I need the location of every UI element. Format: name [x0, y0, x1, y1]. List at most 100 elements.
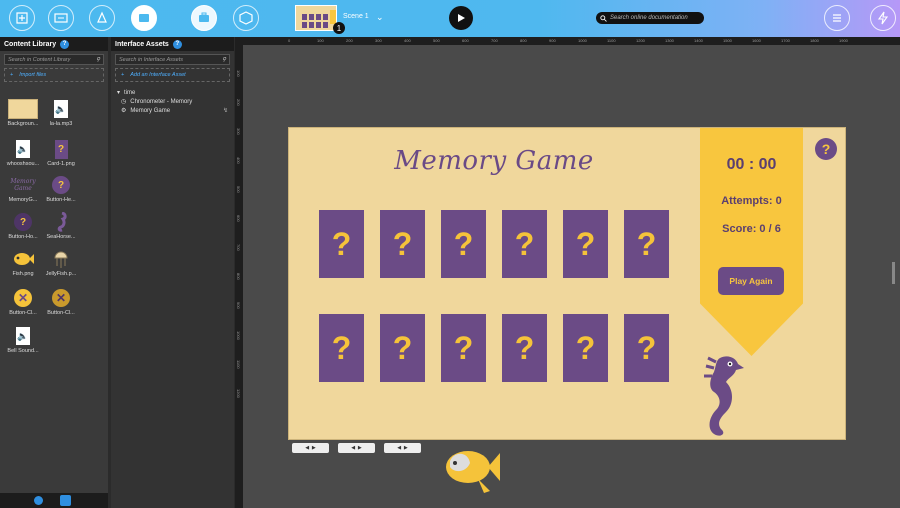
add-interface-asset-button[interactable]: + Add an Interface Asset	[115, 68, 230, 82]
documentation-search-input[interactable]: Search online documentation	[596, 12, 704, 24]
speaker-icon: 🔈	[46, 99, 76, 119]
content-library-header: Content Library ?	[0, 37, 108, 51]
ruler-tick-label: 1700	[781, 38, 790, 43]
clock-icon: ◷	[121, 99, 127, 105]
memory-card[interactable]: ?	[441, 314, 486, 382]
timeline-control[interactable]: ◀ ▶	[338, 443, 375, 453]
help-icon[interactable]: ?	[172, 39, 182, 49]
memory-card[interactable]: ?	[502, 210, 547, 278]
ruler-tick-label: 800	[520, 38, 527, 43]
memory-card[interactable]: ?	[441, 210, 486, 278]
lightning-icon: ↯	[222, 108, 228, 114]
library-item[interactable]: Memory Game MemoryG...	[4, 175, 42, 203]
briefcase-icon[interactable]	[191, 5, 217, 31]
search-placeholder: Search in Interface Assets	[119, 56, 183, 63]
ruler-tick-label: 1400	[694, 38, 703, 43]
ruler-tick-label: 1100	[607, 38, 616, 43]
search-icon: ⚲	[95, 56, 100, 63]
ruler-tick-label: 1100	[236, 360, 241, 369]
library-item[interactable]: SeaHorse...	[42, 212, 80, 240]
scene-icon[interactable]	[131, 5, 157, 31]
content-library-search[interactable]: Search in Content Library ⚲	[4, 54, 104, 65]
ruler-tick-label: 1900	[839, 38, 848, 43]
library-item[interactable]: 🔈 la-la.mp3	[42, 99, 80, 127]
memory-card[interactable]: ?	[624, 210, 669, 278]
top-toolbar: 1 Scene 1 ⌄ Search online documentation	[0, 0, 900, 37]
library-item[interactable]: Fish.png	[4, 249, 42, 277]
import-label: Import files	[19, 72, 47, 78]
memory-card[interactable]: ?	[502, 314, 547, 382]
add-asset-label: Add an Interface Asset	[130, 72, 186, 78]
search-icon	[600, 14, 607, 22]
ruler-tick-label: 800	[236, 273, 241, 280]
play-again-button[interactable]: Play Again	[718, 267, 784, 295]
timeline-control[interactable]: ◀ ▶	[292, 443, 329, 453]
ruler-tick-label: 400	[404, 38, 411, 43]
asset-row-chronometer[interactable]: ◷ Chronometer - Memory	[117, 97, 228, 106]
library-item[interactable]: ? Button-He...	[42, 175, 80, 203]
help-button[interactable]: ?	[815, 138, 837, 160]
attempts-counter: Attempts: 0	[721, 195, 782, 207]
asset-group-time[interactable]: ▾ time	[117, 88, 228, 97]
ruler-tick-label: 500	[236, 186, 241, 193]
ruler-tick-label: 100	[236, 70, 241, 77]
library-item[interactable]: 🔈 Bell Sound...	[4, 326, 42, 354]
interface-asset-icon[interactable]	[48, 5, 74, 31]
add-content-icon[interactable]	[9, 5, 35, 31]
memory-card[interactable]: ?	[319, 210, 364, 278]
cube-icon[interactable]	[233, 5, 259, 31]
memory-card[interactable]: ?	[380, 210, 425, 278]
library-item[interactable]: ✕ Button-Cl...	[4, 288, 42, 316]
interface-assets-search[interactable]: Search in Interface Assets ⚲	[115, 54, 230, 65]
scene-label: Scene 1	[343, 13, 369, 20]
list-view-icon[interactable]	[34, 496, 43, 505]
memory-card[interactable]: ?	[380, 314, 425, 382]
close-button-thumbnail: ✕	[46, 288, 76, 308]
search-placeholder: Search in Content Library	[8, 56, 71, 63]
timer-display: 00 : 00	[726, 156, 777, 173]
help-icon[interactable]: ?	[60, 39, 70, 49]
scene-thumbnail[interactable]	[295, 5, 337, 31]
memory-card[interactable]: ?	[563, 314, 608, 382]
memory-card[interactable]: ?	[319, 314, 364, 382]
title-thumbnail: Memory Game	[10, 178, 36, 192]
list-menu-icon[interactable]	[824, 5, 850, 31]
ruler-tick-label: 900	[549, 38, 556, 43]
seahorse-image[interactable]	[694, 352, 746, 438]
library-item[interactable]: Backgroun...	[4, 99, 42, 127]
score-counter: Score: 0 / 6	[722, 223, 781, 235]
search-placeholder: Search online documentation	[610, 15, 688, 21]
memory-card[interactable]: ?	[624, 314, 669, 382]
asset-row-memory-game[interactable]: ⚙ Memory Game ↯	[117, 106, 228, 115]
chevron-down-icon: ▾	[117, 90, 121, 96]
ruler-tick-label: 1000	[578, 38, 587, 43]
close-button-thumbnail: ✕	[8, 288, 38, 308]
library-item[interactable]: ✕ Button-Cl...	[42, 288, 80, 316]
play-button[interactable]	[449, 6, 473, 30]
import-files-button[interactable]: + Import files	[4, 68, 104, 82]
lightning-icon[interactable]	[870, 5, 896, 31]
library-item[interactable]: 🔈 whooshsou...	[4, 139, 42, 167]
search-icon: ⚲	[221, 56, 226, 63]
library-item[interactable]: JellyFish.p...	[42, 249, 80, 277]
grid-view-icon[interactable]	[60, 495, 71, 506]
ruler-tick-label: 1800	[810, 38, 819, 43]
interaction-icon[interactable]	[89, 5, 115, 31]
chevron-down-icon[interactable]: ⌄	[376, 12, 384, 23]
fish-image[interactable]	[440, 443, 504, 495]
fish-thumbnail	[8, 249, 38, 269]
speaker-icon: 🔈	[8, 326, 38, 346]
ruler-tick-label: 200	[346, 38, 353, 43]
vertical-scrollbar[interactable]	[892, 262, 895, 284]
timeline-control[interactable]: ◀ ▶	[384, 443, 421, 453]
card-thumbnail: ?	[46, 139, 76, 159]
ruler-tick-label: 1600	[752, 38, 761, 43]
library-item[interactable]: ? Card-1.png	[42, 139, 80, 167]
ruler-tick-label: 1500	[723, 38, 732, 43]
game-stage[interactable]: Memory Game ? ? ? ? ? ? ? ? ? ? ? ? 00 :…	[288, 127, 846, 440]
library-item[interactable]: ? Button-Ho...	[4, 212, 42, 240]
memory-card[interactable]: ?	[563, 210, 608, 278]
speaker-icon: 🔈	[8, 139, 38, 159]
library-view-toggle-bar	[0, 493, 108, 508]
ruler-tick-label: 1200	[636, 38, 645, 43]
